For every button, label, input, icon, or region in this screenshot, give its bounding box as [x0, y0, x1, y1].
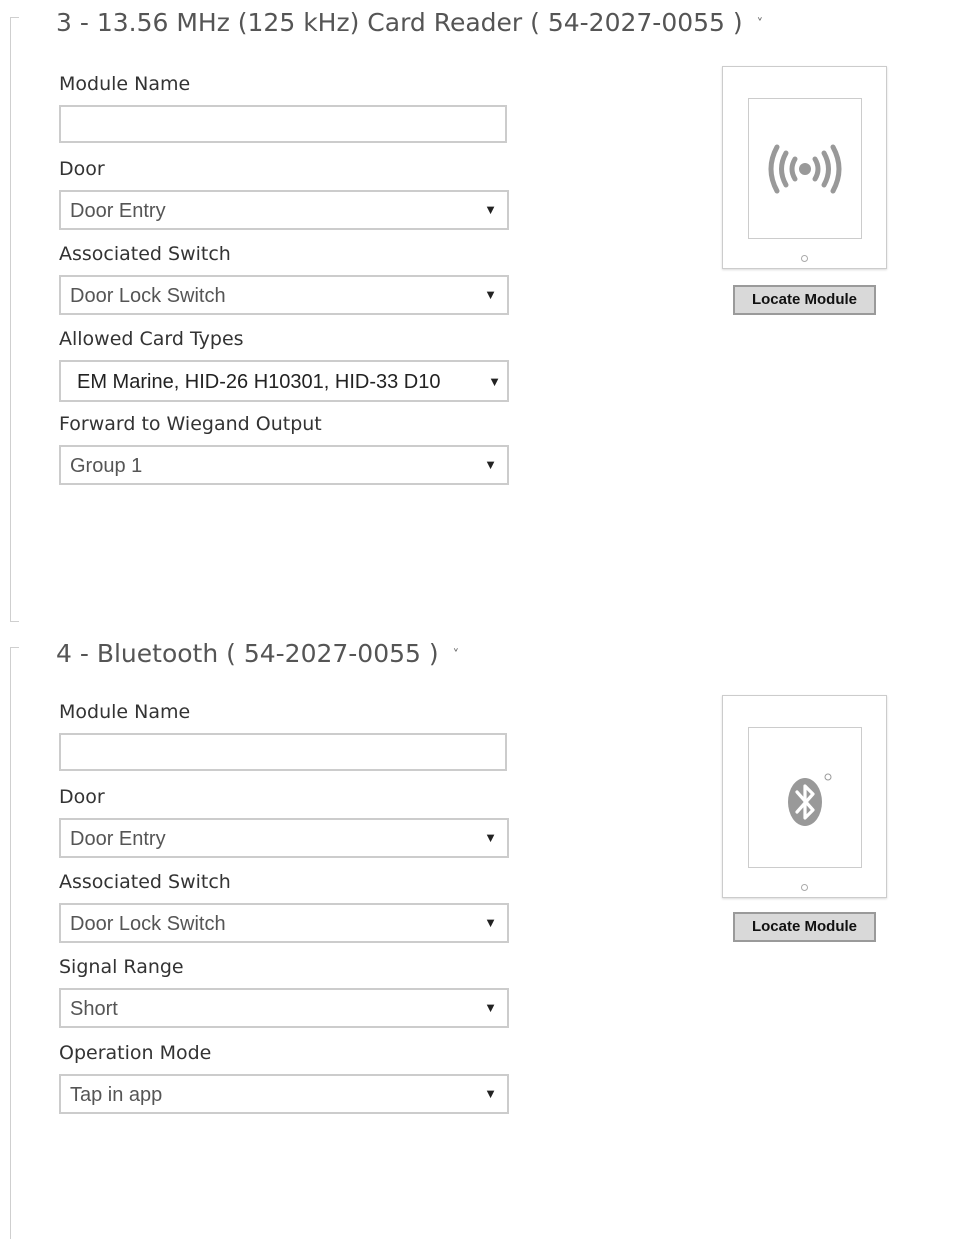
- bluetooth-icon: [788, 773, 832, 826]
- associated-switch-select-value: Door Lock Switch: [70, 913, 226, 935]
- dropdown-arrow-icon: ▼: [484, 830, 497, 845]
- wiegand-output-select[interactable]: Group 1 ▼: [59, 445, 509, 485]
- chevron-down-icon[interactable]: ˅: [453, 648, 460, 663]
- wiegand-output-label: Forward to Wiegand Output: [59, 413, 322, 435]
- section-title-text: 4 - Bluetooth ( 54-2027-0055 ): [56, 639, 439, 668]
- module-panel: [748, 98, 862, 239]
- door-select[interactable]: Door Entry ▼: [59, 818, 509, 858]
- module-name-label: Module Name: [59, 701, 191, 723]
- section-title-text: 3 - 13.56 MHz (125 kHz) Card Reader ( 54…: [56, 8, 743, 37]
- card-reader-section: 3 - 13.56 MHz (125 kHz) Card Reader ( 54…: [0, 0, 962, 630]
- module-name-label: Module Name: [59, 73, 191, 95]
- section-title[interactable]: 3 - 13.56 MHz (125 kHz) Card Reader ( 54…: [56, 8, 763, 37]
- locate-module-button[interactable]: Locate Module: [733, 285, 876, 315]
- operation-mode-label: Operation Mode: [59, 1042, 212, 1064]
- dropdown-arrow-icon: ▼: [484, 457, 497, 472]
- dropdown-arrow-icon: ▼: [484, 915, 497, 930]
- module-name-input[interactable]: [59, 105, 507, 143]
- module-indicator-dot: [801, 884, 808, 891]
- rfid-wave-icon: [768, 144, 842, 194]
- section-bracket: [10, 17, 19, 622]
- page: 3 - 13.56 MHz (125 kHz) Card Reader ( 54…: [0, 0, 962, 1239]
- allowed-card-types-select-value: EM Marine, HID-26 H10301, HID-33 D10: [77, 371, 441, 393]
- associated-switch-select[interactable]: Door Lock Switch ▼: [59, 903, 509, 943]
- dropdown-arrow-icon: ▼: [488, 374, 501, 389]
- operation-mode-select-value: Tap in app: [70, 1084, 163, 1106]
- associated-switch-select[interactable]: Door Lock Switch ▼: [59, 275, 509, 315]
- module-panel: [748, 727, 862, 868]
- section-bracket: [10, 647, 19, 1239]
- module-name-input[interactable]: [59, 733, 507, 771]
- dropdown-arrow-icon: ▼: [484, 1000, 497, 1015]
- door-label: Door: [59, 158, 105, 180]
- signal-range-select[interactable]: Short ▼: [59, 988, 509, 1028]
- allowed-card-types-label: Allowed Card Types: [59, 328, 244, 350]
- signal-range-label: Signal Range: [59, 956, 184, 978]
- section-title[interactable]: 4 - Bluetooth ( 54-2027-0055 ) ˅: [56, 639, 459, 668]
- associated-switch-label: Associated Switch: [59, 243, 231, 265]
- operation-mode-select[interactable]: Tap in app ▼: [59, 1074, 509, 1114]
- bluetooth-section: 4 - Bluetooth ( 54-2027-0055 ) ˅ Module N…: [0, 630, 962, 1239]
- signal-range-select-value: Short: [70, 998, 118, 1020]
- module-indicator-dot: [801, 255, 808, 262]
- door-select-value: Door Entry: [70, 200, 166, 222]
- module-image: [722, 66, 887, 269]
- dropdown-arrow-icon: ▼: [484, 202, 497, 217]
- wiegand-output-select-value: Group 1: [70, 455, 143, 477]
- locate-module-button[interactable]: Locate Module: [733, 912, 876, 942]
- dropdown-arrow-icon: ▼: [484, 1086, 497, 1101]
- door-select[interactable]: Door Entry ▼: [59, 190, 509, 230]
- associated-switch-select-value: Door Lock Switch: [70, 285, 226, 307]
- dropdown-arrow-icon: ▼: [484, 287, 497, 302]
- module-image: [722, 695, 887, 898]
- door-select-value: Door Entry: [70, 828, 166, 850]
- associated-switch-label: Associated Switch: [59, 871, 231, 893]
- allowed-card-types-select[interactable]: EM Marine, HID-26 H10301, HID-33 D10 ▼: [59, 360, 509, 402]
- chevron-down-icon[interactable]: ˅: [757, 17, 764, 32]
- door-label: Door: [59, 786, 105, 808]
